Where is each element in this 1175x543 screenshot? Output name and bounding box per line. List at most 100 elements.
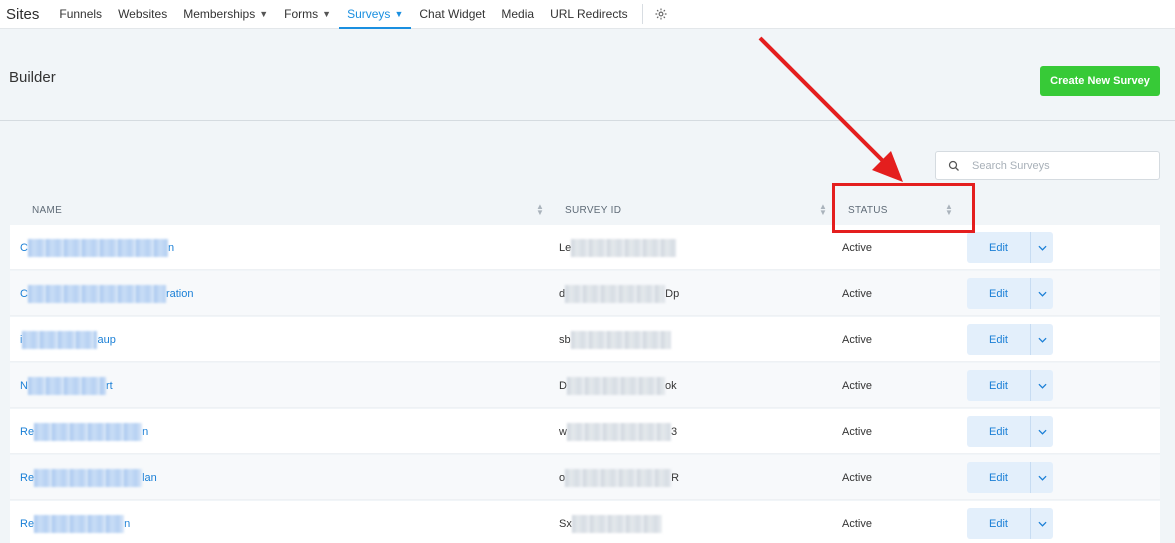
name-text: lan xyxy=(142,471,157,484)
redacted-text xyxy=(27,238,168,257)
edit-button-group: Edit xyxy=(967,324,1053,355)
edit-button-group: Edit xyxy=(967,508,1053,539)
page-title: Builder xyxy=(9,69,56,86)
status-text: Active xyxy=(842,471,872,484)
redacted-text xyxy=(565,468,672,487)
sort-icon[interactable]: ▲ ▼ xyxy=(819,203,827,217)
edit-button[interactable]: Edit xyxy=(967,416,1030,447)
create-new-survey-button[interactable]: Create New Survey xyxy=(1040,66,1160,96)
name-text: C xyxy=(20,241,28,254)
brand-title: Sites xyxy=(6,5,40,23)
header-divider xyxy=(0,120,1175,121)
name-text: Re xyxy=(20,471,35,484)
name-text: rt xyxy=(105,379,113,392)
table-row: Re lan oR Active Edit xyxy=(10,455,1160,500)
table-row: i aup sb Active Edit xyxy=(10,317,1160,362)
survey-id-text: Sx xyxy=(559,517,572,530)
edit-button[interactable]: Edit xyxy=(967,462,1030,493)
nav-forms[interactable]: Forms ▼ xyxy=(276,0,339,29)
edit-button-group: Edit xyxy=(967,370,1053,401)
survey-id-text: sb xyxy=(559,333,571,346)
nav-websites[interactable]: Websites xyxy=(110,0,175,29)
table-row: Nrt Dok Active Edit xyxy=(10,363,1160,408)
survey-id-text: ok xyxy=(664,379,677,392)
status-text: Active xyxy=(842,379,872,392)
chevron-down-icon[interactable] xyxy=(1030,462,1053,493)
name-text: n xyxy=(167,241,175,254)
chevron-down-icon[interactable] xyxy=(1030,416,1053,447)
status-text: Active xyxy=(842,241,872,254)
chevron-down-icon: ▼ xyxy=(322,9,332,19)
name-text: n xyxy=(142,425,149,438)
status-text: Active xyxy=(842,425,872,438)
search-input[interactable] xyxy=(972,159,1152,172)
chevron-down-icon[interactable] xyxy=(1030,278,1053,309)
column-label: NAME xyxy=(32,204,63,216)
gear-icon[interactable] xyxy=(653,6,669,22)
column-header-survey-id[interactable]: SURVEY ID xyxy=(565,195,621,225)
redacted-text xyxy=(34,514,125,533)
redacted-text xyxy=(22,330,98,349)
status-text: Active xyxy=(842,287,872,300)
nav-media[interactable]: Media xyxy=(493,0,542,29)
survey-id-text: 3 xyxy=(670,425,678,438)
survey-name-link[interactable]: Re lan xyxy=(20,468,157,487)
survey-name-link[interactable]: i aup xyxy=(20,330,116,349)
chevron-down-icon: ▼ xyxy=(394,9,404,19)
chevron-down-icon[interactable] xyxy=(1030,324,1053,355)
redacted-text xyxy=(34,468,143,487)
top-nav: Sites Funnels Websites Memberships ▼ Form… xyxy=(0,0,1175,29)
edit-button-group: Edit xyxy=(967,278,1053,309)
table-row: Re n Sx Active Edit xyxy=(10,501,1160,543)
nav-funnels[interactable]: Funnels xyxy=(51,0,110,29)
status-text: Active xyxy=(842,333,872,346)
name-text: n xyxy=(124,517,131,530)
chevron-down-icon[interactable] xyxy=(1030,508,1053,539)
column-header-name[interactable]: NAME xyxy=(32,195,62,225)
survey-id-text: D xyxy=(559,379,567,392)
name-text: ration xyxy=(165,287,194,300)
sort-icon[interactable]: ▲ ▼ xyxy=(536,203,544,217)
nav-label: Media xyxy=(501,7,535,21)
redacted-text xyxy=(27,284,166,303)
survey-name-link[interactable]: Re n xyxy=(20,514,131,533)
name-text: Re xyxy=(20,425,35,438)
survey-name-link[interactable]: Re n xyxy=(20,422,149,441)
nav-label: Funnels xyxy=(59,7,103,21)
chevron-down-icon[interactable] xyxy=(1030,370,1053,401)
search-box[interactable] xyxy=(935,151,1160,180)
edit-button-group: Edit xyxy=(967,416,1053,447)
nav-divider xyxy=(641,4,643,24)
nav-label: Surveys xyxy=(347,7,391,21)
chevron-down-icon[interactable] xyxy=(1030,232,1053,263)
nav-chat-widget[interactable]: Chat Widget xyxy=(411,0,493,29)
nav-label: URL Redirects xyxy=(550,7,628,21)
nav-memberships[interactable]: Memberships ▼ xyxy=(175,0,276,29)
nav-url-redirects[interactable]: URL Redirects xyxy=(542,0,636,29)
chevron-down-icon: ▼ xyxy=(259,9,269,19)
redacted-text xyxy=(565,284,666,303)
edit-button-group: Edit xyxy=(967,232,1053,263)
nav-surveys[interactable]: Surveys ▼ xyxy=(339,0,412,29)
name-text: aup xyxy=(97,333,116,346)
edit-button[interactable]: Edit xyxy=(967,278,1030,309)
edit-button[interactable]: Edit xyxy=(967,370,1030,401)
edit-button[interactable]: Edit xyxy=(967,324,1030,355)
redacted-text xyxy=(570,330,671,349)
edit-button[interactable]: Edit xyxy=(967,508,1030,539)
redacted-text xyxy=(27,376,106,395)
edit-button[interactable]: Edit xyxy=(967,232,1030,263)
survey-id-text: Le xyxy=(559,241,572,254)
redacted-text xyxy=(34,422,143,441)
column-label: SURVEY ID xyxy=(565,204,622,216)
table-row: Re n w 3 Active Edit xyxy=(10,409,1160,454)
redacted-text xyxy=(566,376,665,395)
table-header: NAME ▲ ▼ SURVEY ID ▲ ▼ STATUS ▲ ▼ xyxy=(10,195,1160,225)
redacted-text xyxy=(571,238,677,257)
nav-label: Websites xyxy=(118,7,168,21)
survey-id-text: w xyxy=(559,425,567,438)
table-row: Cration d Dp Active Edit xyxy=(10,271,1160,316)
survey-name-link[interactable]: Cration xyxy=(20,284,194,303)
survey-name-link[interactable]: Cn xyxy=(20,238,175,257)
survey-name-link[interactable]: Nrt xyxy=(20,376,113,395)
